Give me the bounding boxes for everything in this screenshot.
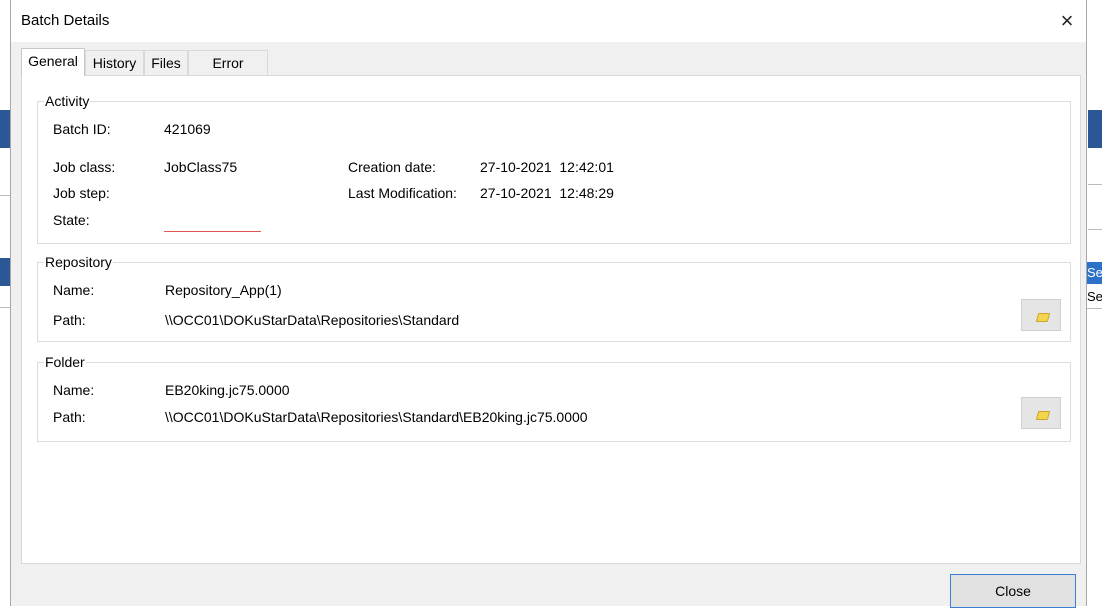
- folder-group-title: Folder: [44, 353, 86, 371]
- close-icon[interactable]: ×: [1052, 6, 1082, 36]
- background-selected-row: [0, 258, 10, 286]
- tab-general[interactable]: General: [21, 48, 85, 76]
- general-tab-panel: Activity Batch ID: 421069 Job class: Job…: [21, 75, 1081, 564]
- creation-date-value: 27-10-2021 12:42:01: [480, 159, 614, 175]
- background-divider: [1088, 229, 1102, 230]
- folder-open-folder-button[interactable]: [1021, 397, 1061, 429]
- folder-icon: [1035, 411, 1051, 420]
- folder-path-value: \\OCC01\DOKuStarData\Repositories\Standa…: [165, 409, 588, 425]
- background-divider: [1088, 184, 1102, 185]
- tab-files[interactable]: Files: [144, 50, 188, 75]
- background-divider: [0, 307, 10, 308]
- close-button[interactable]: Close: [950, 574, 1076, 608]
- folder-path-label: Path:: [53, 409, 86, 425]
- job-class-label: Job class:: [53, 159, 116, 175]
- repository-open-folder-button[interactable]: [1021, 299, 1061, 331]
- title-bar: Batch Details ×: [11, 0, 1086, 42]
- last-modification-label: Last Modification:: [348, 185, 457, 201]
- repository-group: Repository Name: Repository_App(1) Path:…: [37, 253, 1071, 342]
- repository-path-value: \\OCC01\DOKuStarData\Repositories\Standa…: [165, 312, 460, 328]
- last-modification-value: 27-10-2021 12:48:29: [480, 185, 614, 201]
- repository-path-label: Path:: [53, 312, 86, 328]
- batch-details-dialog: Batch Details × General History Files Er…: [10, 0, 1087, 608]
- batch-id-label: Batch ID:: [53, 121, 111, 137]
- background-selected-row: Se: [1086, 262, 1102, 284]
- dialog-title: Batch Details: [21, 12, 110, 29]
- tab-history[interactable]: History: [85, 50, 144, 75]
- activity-group: Activity Batch ID: 421069 Job class: Job…: [37, 92, 1071, 244]
- state-indicator-line: [164, 231, 261, 232]
- job-class-value: JobClass75: [164, 159, 238, 175]
- background-divider: [0, 195, 10, 196]
- folder-name-label: Name:: [53, 382, 95, 398]
- repository-name-value: Repository_App(1): [165, 282, 282, 298]
- folder-icon: [1035, 313, 1051, 322]
- repository-group-title: Repository: [44, 253, 113, 271]
- folder-group: Folder Name: EB20king.jc75.0000 Path: \\…: [37, 353, 1071, 442]
- folder-name-value: EB20king.jc75.0000: [165, 382, 290, 398]
- job-step-label: Job step:: [53, 185, 110, 201]
- activity-group-title: Activity: [44, 92, 91, 110]
- repository-name-label: Name:: [53, 282, 95, 298]
- background-header-strip: [0, 110, 10, 148]
- background-header-strip: [1088, 110, 1102, 148]
- background-list-row: Se: [1086, 286, 1102, 309]
- tab-error[interactable]: Error: [188, 50, 268, 75]
- state-label: State:: [53, 212, 90, 228]
- creation-date-label: Creation date:: [348, 159, 436, 175]
- batch-id-value: 421069: [164, 121, 211, 137]
